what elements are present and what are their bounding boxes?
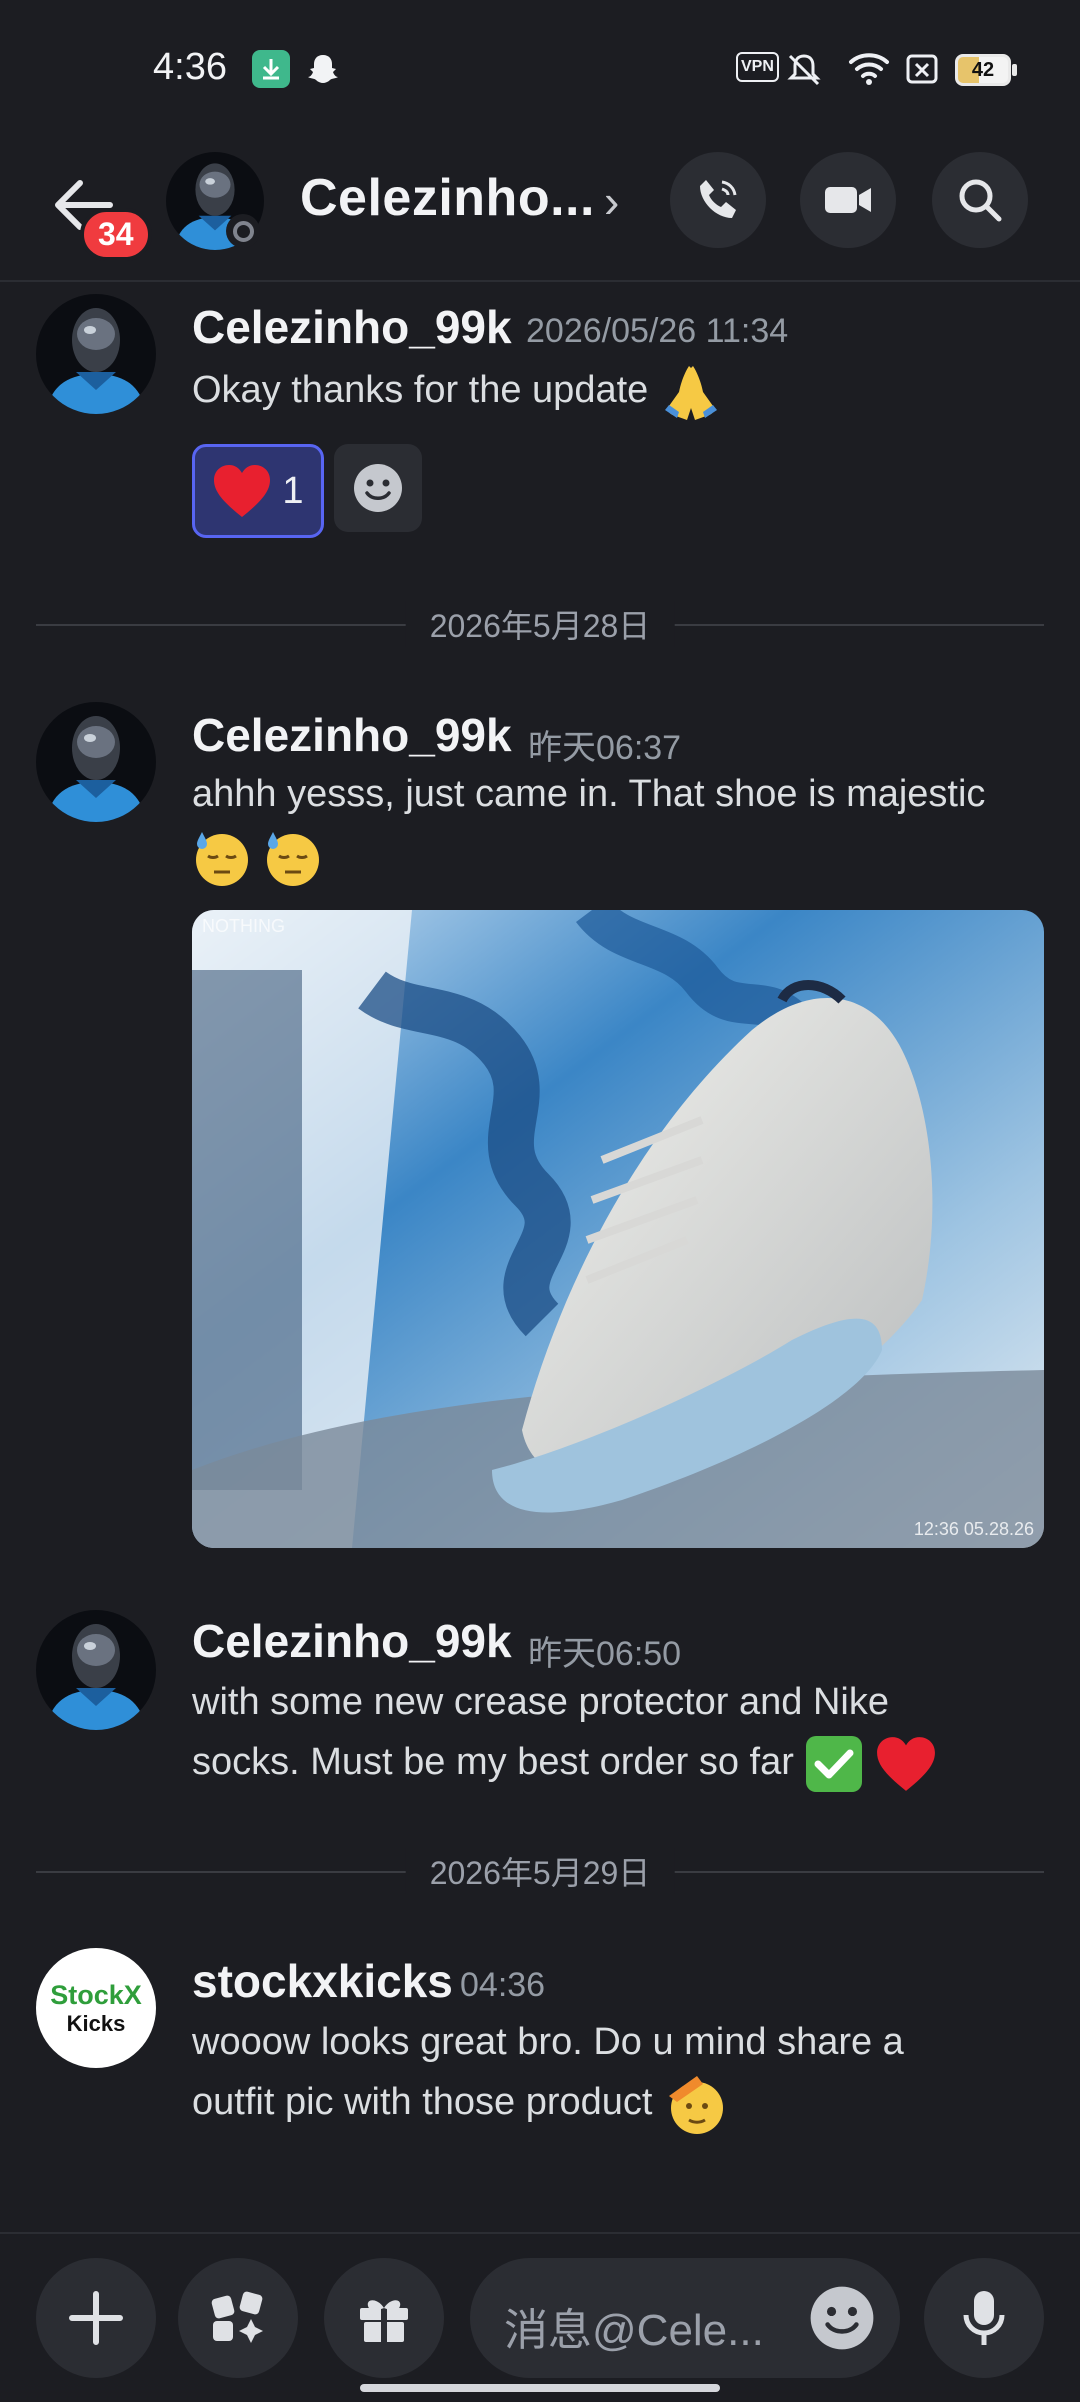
- saluting-face-emoji-icon: [669, 2076, 724, 2134]
- message-timestamp: 昨天06:50: [528, 1635, 682, 1673]
- date-divider-label: 2026年5月29日: [405, 1848, 675, 1894]
- date-divider: 2026年5月29日: [36, 1848, 1044, 1894]
- check-mark-button-emoji-icon: [806, 1735, 863, 1792]
- vpn-icon: VPN: [736, 52, 779, 82]
- add-reaction-button[interactable]: [334, 444, 422, 532]
- message-input-placeholder: 消息@Cele...: [504, 2306, 764, 2355]
- date-divider-label: 2026年5月28日: [405, 601, 675, 647]
- microphone-icon: [963, 2291, 1005, 2345]
- message-text-line: socks. Must be my best order so far: [192, 1741, 794, 1783]
- add-attachment-button[interactable]: [36, 2258, 156, 2378]
- gift-button[interactable]: [324, 2258, 444, 2378]
- downcast-sweat-emoji-icon: [266, 831, 319, 886]
- chevron-right-icon[interactable]: ›: [604, 174, 619, 228]
- message-timestamp: 04:36: [460, 1966, 546, 2004]
- home-indicator[interactable]: [360, 2384, 720, 2392]
- video-call-button[interactable]: [800, 152, 896, 248]
- sneaker-photo-image: [192, 910, 1044, 1548]
- message-text-content: Okay thanks for the update: [192, 369, 649, 411]
- avatar[interactable]: [36, 702, 156, 822]
- stockx-logo-text: StockX: [50, 1979, 142, 2010]
- mute-bell-icon: [784, 50, 822, 88]
- avatar[interactable]: [36, 294, 156, 414]
- message-text: socks. Must be my best order so far: [192, 1732, 937, 1794]
- red-heart-emoji-icon: [877, 1737, 935, 1791]
- message-text-line: with some new crease protector and Nike: [192, 1681, 889, 1723]
- message-emojis: [192, 826, 323, 888]
- smiley-icon: [810, 2286, 874, 2350]
- chat-header: 34 Celezinho... ›: [0, 130, 1080, 282]
- message-timestamp: 2026/05/26 11:34: [526, 312, 789, 350]
- battery-icon: 42: [955, 54, 1017, 86]
- snapchat-icon: [304, 50, 342, 88]
- unread-badge: 34: [80, 208, 152, 261]
- message-username[interactable]: stockxkicks: [192, 1954, 453, 2008]
- offline-status-icon: [226, 214, 260, 248]
- message-text: outfit pic with those product: [192, 2072, 727, 2136]
- emoji-picker-button[interactable]: [808, 2284, 876, 2357]
- heart-reaction-button[interactable]: 1: [192, 444, 324, 538]
- search-icon: [959, 179, 1002, 222]
- message-text-line: wooow looks great bro. Do u mind share a: [192, 2021, 904, 2063]
- folded-hands-emoji-icon: [664, 365, 717, 420]
- gift-icon: [360, 2300, 408, 2342]
- photo-watermark: NOTHING: [202, 916, 285, 936]
- message-username[interactable]: Celezinho_99k: [192, 1614, 512, 1668]
- voice-call-button[interactable]: [670, 152, 766, 248]
- message-composer: 消息@Cele...: [0, 2232, 1080, 2402]
- voice-message-button[interactable]: [924, 2258, 1044, 2378]
- message-timestamp: 昨天06:37: [528, 729, 682, 767]
- search-button[interactable]: [932, 152, 1028, 248]
- channel-title[interactable]: Celezinho...: [300, 168, 595, 228]
- message-input[interactable]: 消息@Cele...: [470, 2258, 900, 2378]
- smiley-icon: [354, 464, 402, 512]
- downcast-sweat-emoji-icon: [196, 831, 248, 886]
- message-text-line: outfit pic with those product: [192, 2081, 653, 2124]
- date-divider: 2026年5月28日: [36, 601, 1044, 647]
- plus-icon: [69, 2291, 123, 2345]
- apps-icon: [211, 2291, 263, 2343]
- phone-icon: [700, 180, 737, 218]
- masked-person-avatar-icon: [36, 702, 156, 822]
- message-text: Okay thanks for the update: [192, 360, 723, 422]
- avatar[interactable]: [36, 1610, 156, 1730]
- message-username[interactable]: Celezinho_99k: [192, 300, 512, 354]
- avatar[interactable]: StockX Kicks: [36, 1948, 156, 2068]
- masked-person-avatar-icon: [36, 1610, 156, 1730]
- wifi-icon: [848, 50, 889, 88]
- masked-person-avatar-icon: [36, 294, 156, 414]
- no-sim-icon: [904, 50, 942, 88]
- download-icon: [252, 50, 290, 88]
- photo-timestamp: 12:36 05.28.26: [913, 1519, 1034, 1539]
- message-username[interactable]: Celezinho_99k: [192, 708, 512, 762]
- red-heart-emoji-icon: [214, 465, 271, 517]
- video-camera-icon: [825, 187, 871, 213]
- message-text: ahhh yesss, just came in. That shoe is m…: [192, 773, 986, 815]
- apps-button[interactable]: [178, 2258, 298, 2378]
- kicks-logo-text: Kicks: [66, 2010, 126, 2036]
- status-time: 4:36: [153, 46, 227, 88]
- message-image-attachment[interactable]: NOTHING 12:36 05.28.26: [192, 910, 1044, 1548]
- reaction-count: 1: [282, 469, 304, 512]
- status-bar: 4:36 VPN 42: [0, 0, 1080, 130]
